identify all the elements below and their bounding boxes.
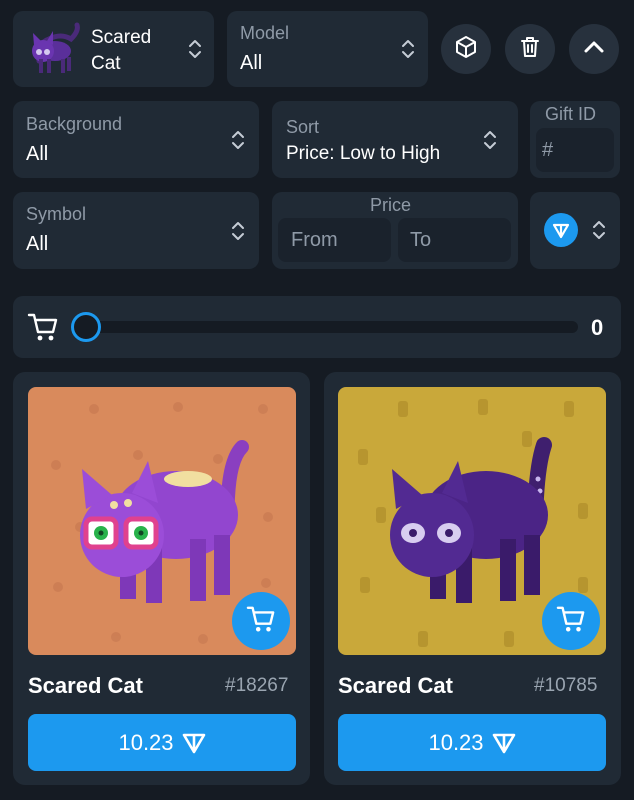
cube-button[interactable] [441, 24, 491, 74]
cart-slider-thumb[interactable] [71, 312, 101, 342]
price-value: 10.23 [428, 729, 484, 755]
collapse-button[interactable] [569, 24, 619, 74]
updown-chevron-icon [188, 37, 202, 61]
gift-number: #10785 [534, 675, 598, 696]
updown-chevron-icon [401, 37, 415, 61]
ton-currency-icon [544, 213, 578, 247]
buy-button[interactable]: 10.23 [338, 714, 606, 771]
model-label: Model [240, 23, 290, 43]
cart-icon [246, 605, 276, 638]
background-label: Background [26, 114, 123, 134]
gift-title: Scared Cat [338, 673, 453, 698]
updown-chevron-icon [231, 219, 245, 243]
price-to-placeholder: To [410, 229, 432, 251]
gift-id-placeholder: # [542, 139, 554, 161]
cart-bar: 0 [13, 296, 621, 358]
price-to-input[interactable]: To [398, 218, 511, 262]
model-select[interactable]: Model All [227, 11, 428, 87]
gift-select[interactable]: Scared Cat [13, 11, 214, 87]
gift-thumbnail [25, 21, 83, 79]
gift-name: Scared Cat [91, 27, 152, 74]
gift-id-label: Gift ID [545, 104, 597, 124]
gift-id-input[interactable]: # [536, 128, 614, 172]
gift-id-box: Gift ID # [530, 101, 620, 178]
symbol-label: Symbol [26, 204, 87, 224]
buy-button[interactable]: 10.23 [28, 714, 296, 771]
price-label: Price [370, 195, 412, 215]
symbol-select[interactable]: Symbol All [13, 192, 259, 269]
currency-select[interactable] [530, 192, 620, 269]
price-from-placeholder: From [291, 229, 338, 251]
add-to-cart-button[interactable] [232, 592, 290, 650]
ton-icon [492, 732, 516, 754]
gift-card[interactable]: Scared Cat #10785 10.23 [324, 372, 621, 785]
gift-title: Scared Cat [28, 673, 143, 698]
gift-card[interactable]: Scared Cat #18267 10.23 [13, 372, 310, 785]
updown-chevron-icon [483, 128, 497, 152]
ton-icon [182, 732, 206, 754]
cart-icon [556, 605, 586, 638]
model-value: All [240, 52, 263, 74]
background-select[interactable]: Background All [13, 101, 259, 178]
sort-value: Price: Low to High [286, 143, 441, 164]
symbol-value: All [26, 233, 49, 255]
cart-count: 0 [591, 315, 604, 340]
sort-select[interactable]: Sort Price: Low to High [272, 101, 518, 178]
price-value: 10.23 [118, 729, 174, 755]
sort-label: Sort [286, 117, 320, 137]
chevron-up-icon [581, 34, 607, 65]
background-value: All [26, 143, 49, 165]
gift-number: #18267 [225, 675, 289, 696]
cart-slider-track[interactable] [73, 321, 578, 333]
cube-icon [454, 35, 478, 64]
price-range: Price From To [272, 192, 518, 269]
delete-button[interactable] [505, 24, 555, 74]
updown-chevron-icon [231, 128, 245, 152]
updown-chevron-icon [592, 218, 606, 242]
cart-icon[interactable] [27, 312, 59, 347]
price-from-input[interactable]: From [278, 218, 391, 262]
trash-icon [518, 35, 542, 64]
add-to-cart-button[interactable] [542, 592, 600, 650]
